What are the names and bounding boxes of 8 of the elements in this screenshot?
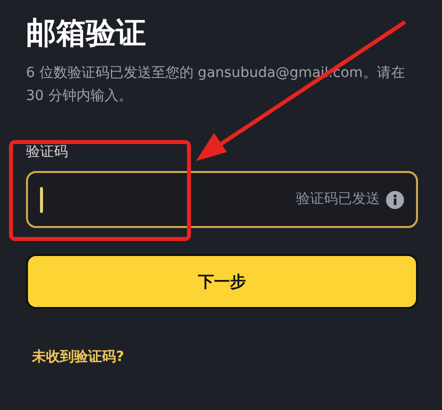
hint-text: 验证码已发送 (296, 190, 380, 210)
field-label: 验证码 (26, 143, 68, 162)
resend-code-link[interactable]: 未收到验证码? (32, 347, 124, 368)
info-icon[interactable] (386, 190, 404, 209)
text-caret (40, 186, 43, 213)
next-button[interactable]: 下一步 (26, 254, 418, 310)
code-field[interactable]: 验证码已发送 (26, 171, 418, 228)
page-title: 邮箱验证 (26, 16, 147, 52)
